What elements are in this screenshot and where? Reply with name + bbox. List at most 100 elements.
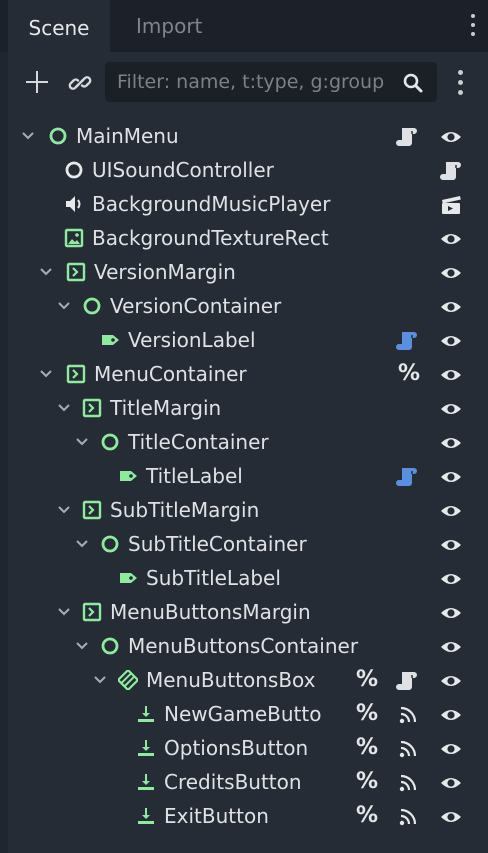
tree-row[interactable]: OptionsButton%	[8, 731, 488, 765]
margin-container-icon	[82, 602, 102, 622]
tree-row[interactable]: UISoundController	[8, 153, 488, 187]
visibility-eye-icon[interactable]	[440, 534, 462, 556]
tree-row[interactable]: SubTitleMargin	[8, 493, 488, 527]
visibility-eye-icon[interactable]	[440, 330, 462, 352]
visibility-eye-icon[interactable]	[440, 262, 462, 284]
chevron-down-icon[interactable]	[38, 366, 54, 382]
add-node-icon[interactable]	[24, 69, 50, 95]
visibility-eye-icon[interactable]	[440, 500, 462, 522]
chevron-down-icon[interactable]	[74, 536, 90, 552]
texture-rect-icon	[64, 228, 84, 248]
unique-name-indicator[interactable]: %	[398, 357, 420, 391]
script-icon[interactable]	[396, 330, 418, 352]
visibility-eye-icon[interactable]	[440, 296, 462, 318]
filter-input[interactable]	[117, 62, 397, 102]
margin-container-icon	[66, 364, 86, 384]
visibility-eye-icon[interactable]	[440, 738, 462, 760]
tree-row[interactable]: BackgroundMusicPlayer	[8, 187, 488, 221]
tree-row[interactable]: SubTitleLabel	[8, 561, 488, 595]
visibility-eye-icon[interactable]	[440, 602, 462, 624]
tree-row[interactable]: TitleMargin	[8, 391, 488, 425]
chevron-down-icon[interactable]	[56, 298, 72, 314]
node-label: VersionContainer	[110, 294, 282, 318]
tree-row[interactable]: TitleLabel	[8, 459, 488, 493]
node-label: MenuButtonsMargin	[110, 600, 311, 624]
node-icon	[48, 126, 68, 146]
visibility-eye-icon[interactable]	[440, 228, 462, 250]
clapperboard-icon[interactable]	[440, 194, 462, 216]
tree-row[interactable]: SubTitleContainer	[8, 527, 488, 561]
node-label: CreditsButton	[164, 770, 302, 794]
button-icon	[136, 738, 156, 758]
unique-name-indicator[interactable]: %	[356, 799, 378, 833]
node-label: TitleMargin	[110, 396, 222, 420]
node-label: VersionLabel	[128, 328, 256, 352]
tab-scene[interactable]: Scene	[8, 0, 110, 54]
visibility-eye-icon[interactable]	[440, 772, 462, 794]
label-icon	[118, 466, 138, 486]
visibility-eye-icon[interactable]	[440, 704, 462, 726]
tree-row[interactable]: VersionContainer	[8, 289, 488, 323]
tree-row[interactable]: NewGameButto%	[8, 697, 488, 731]
visibility-eye-icon[interactable]	[440, 636, 462, 658]
tree-row[interactable]: VersionLabel	[8, 323, 488, 357]
tree-row[interactable]: ExitButton%	[8, 799, 488, 833]
script-icon[interactable]	[440, 160, 462, 182]
button-icon	[136, 772, 156, 792]
unique-name-indicator[interactable]: %	[356, 697, 378, 731]
script-icon[interactable]	[396, 126, 418, 148]
visibility-eye-icon[interactable]	[440, 398, 462, 420]
unique-name-indicator[interactable]: %	[356, 731, 378, 765]
visibility-eye-icon[interactable]	[440, 806, 462, 828]
node-label: BackgroundTextureRect	[92, 226, 329, 250]
visibility-eye-icon[interactable]	[440, 466, 462, 488]
node-label: UISoundController	[92, 158, 274, 182]
chevron-down-icon[interactable]	[56, 604, 72, 620]
node-label: OptionsButton	[164, 736, 309, 760]
tree-row[interactable]: CreditsButton%	[8, 765, 488, 799]
margin-container-icon	[82, 398, 102, 418]
tree-row[interactable]: VersionMargin	[8, 255, 488, 289]
tree-row[interactable]: MainMenu	[8, 119, 488, 153]
tree-row[interactable]: MenuButtonsContainer	[8, 629, 488, 663]
unique-name-indicator[interactable]: %	[356, 765, 378, 799]
chevron-down-icon[interactable]	[20, 128, 36, 144]
visibility-eye-icon[interactable]	[440, 568, 462, 590]
node-label: TitleLabel	[146, 464, 243, 488]
label-icon	[118, 568, 138, 588]
tree-row[interactable]: MenuButtonsMargin	[8, 595, 488, 629]
unique-name-indicator[interactable]: %	[356, 663, 378, 697]
script-icon[interactable]	[396, 466, 418, 488]
node-icon	[100, 432, 120, 452]
filter-options-icon[interactable]	[458, 70, 464, 96]
visibility-eye-icon[interactable]	[440, 126, 462, 148]
chevron-down-icon[interactable]	[74, 638, 90, 654]
tree-row[interactable]: MenuContainer%	[8, 357, 488, 391]
node-label: MenuButtonsContainer	[128, 634, 359, 658]
tree-row[interactable]: BackgroundTextureRect	[8, 221, 488, 255]
signal-icon[interactable]	[398, 807, 418, 827]
node-label: MenuButtonsBox	[146, 668, 316, 692]
signal-icon[interactable]	[398, 705, 418, 725]
chevron-down-icon[interactable]	[92, 672, 108, 688]
node-label: MainMenu	[76, 124, 179, 148]
node-label: SubTitleLabel	[146, 566, 281, 590]
dock-menu-icon[interactable]	[470, 14, 476, 38]
signal-icon[interactable]	[398, 739, 418, 759]
script-icon[interactable]	[396, 670, 418, 692]
chevron-down-icon[interactable]	[56, 502, 72, 518]
node-label: SubTitleMargin	[110, 498, 260, 522]
tree-row[interactable]: MenuButtonsBox%	[8, 663, 488, 697]
chevron-down-icon[interactable]	[38, 264, 54, 280]
tree-row[interactable]: TitleContainer	[8, 425, 488, 459]
link-icon[interactable]	[67, 70, 93, 96]
signal-icon[interactable]	[398, 773, 418, 793]
tab-import[interactable]: Import	[136, 0, 202, 52]
node-label: TitleContainer	[128, 430, 269, 454]
visibility-eye-icon[interactable]	[440, 432, 462, 454]
chevron-down-icon[interactable]	[74, 434, 90, 450]
visibility-eye-icon[interactable]	[440, 670, 462, 692]
button-icon	[136, 806, 156, 826]
chevron-down-icon[interactable]	[56, 400, 72, 416]
visibility-eye-icon[interactable]	[440, 364, 462, 386]
